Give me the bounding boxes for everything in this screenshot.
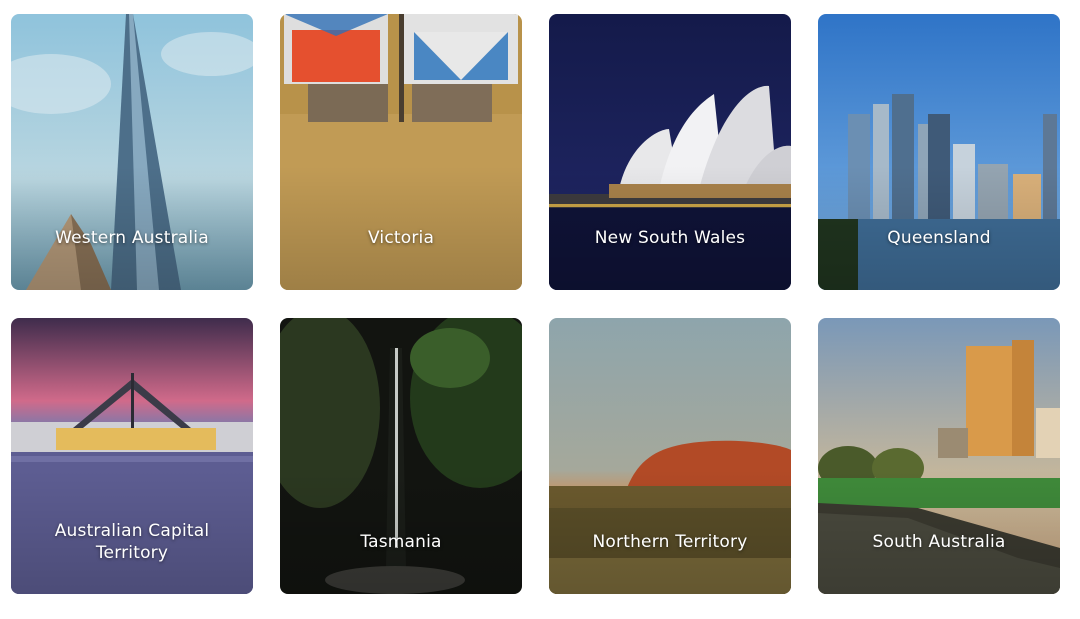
region-label: Northern Territory	[592, 532, 748, 552]
region-card-victoria[interactable]: Victoria	[280, 14, 522, 290]
region-card-queensland[interactable]: Queensland	[818, 14, 1060, 290]
region-card-tasmania[interactable]: Tasmania	[280, 318, 522, 594]
region-card-australian-capital-territory[interactable]: Australian Capital Territory	[11, 318, 253, 594]
region-label: Australian Capital Territory	[54, 521, 210, 563]
region-label: Queensland	[887, 228, 991, 248]
region-label: New South Wales	[594, 228, 746, 248]
region-grid: Western Australia Victoria New South Wal…	[0, 0, 1080, 619]
region-card-western-australia[interactable]: Western Australia	[11, 14, 253, 290]
region-card-northern-territory[interactable]: Northern Territory	[549, 318, 791, 594]
region-card-south-australia[interactable]: South Australia	[818, 318, 1060, 594]
region-label: South Australia	[872, 532, 1006, 552]
region-label: Victoria	[367, 228, 435, 248]
region-label: Western Australia	[55, 228, 209, 248]
region-card-new-south-wales[interactable]: New South Wales	[549, 14, 791, 290]
region-label: Tasmania	[360, 532, 442, 552]
